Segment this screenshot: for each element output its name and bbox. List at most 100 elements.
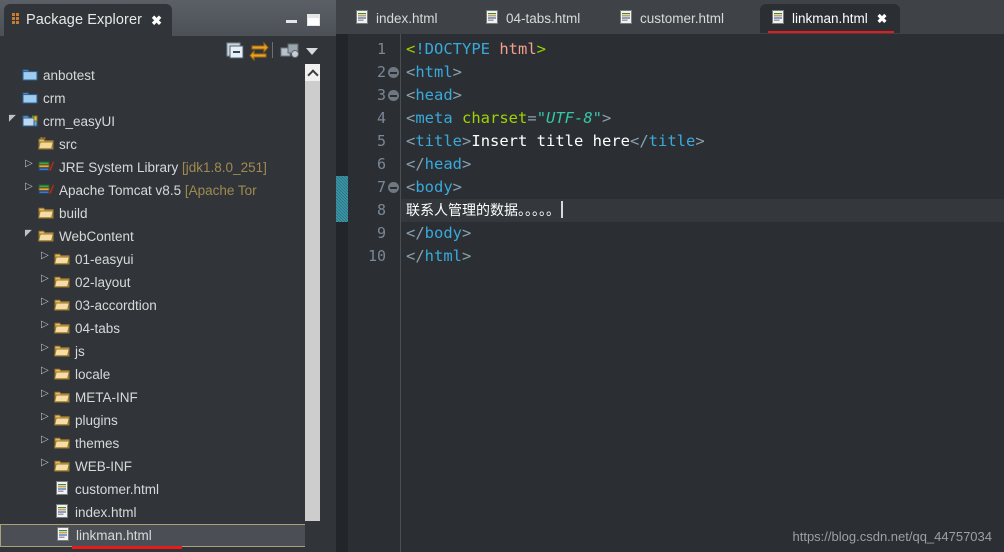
view-menu-icon[interactable] [279, 40, 301, 61]
folder-icon [53, 365, 70, 384]
red-underline-annotation [768, 31, 894, 33]
editor-tab-label: 04-tabs.html [506, 11, 581, 26]
folder-icon [53, 457, 70, 476]
tree-item[interactable]: themes [0, 432, 336, 455]
line-number: 8 [376, 201, 386, 219]
editor-tab-label: index.html [376, 11, 438, 26]
expand-arrow-icon[interactable] [41, 343, 51, 357]
project-tree[interactable]: anbotest crm crm_easyUIsrc JRE System Libra… [0, 64, 336, 552]
tree-item[interactable]: 01-easyui [0, 248, 336, 271]
link-with-editor-icon[interactable] [248, 40, 270, 62]
tree-item[interactable]: customer.html [0, 478, 336, 501]
expand-arrow-icon[interactable] [41, 251, 51, 265]
code-line-2: <html> [406, 63, 463, 81]
expand-arrow-icon[interactable] [41, 320, 51, 334]
tree-item-label: 03-accordtion [75, 298, 157, 313]
tree-item-label: linkman.html [76, 528, 152, 543]
tree-item[interactable]: crm [0, 87, 336, 110]
expand-arrow-icon[interactable] [41, 412, 51, 426]
red-underline-annotation [72, 546, 182, 549]
tree-item-label: anbotest [43, 68, 95, 83]
library-icon [38, 158, 55, 177]
fold-collapse-icon[interactable] [388, 182, 399, 193]
collapse-all-icon[interactable] [224, 40, 246, 61]
code-line-8-text: 联系人管理的数据。。。。。 [406, 203, 560, 219]
expand-arrow-icon[interactable] [41, 458, 51, 472]
expand-arrow-icon[interactable] [25, 182, 35, 196]
tree-item[interactable]: locale [0, 363, 336, 386]
expand-arrow-icon[interactable] [41, 389, 51, 403]
tree-item-suffix: [jdk1.8.0_251] [178, 160, 267, 175]
tree-item[interactable]: META-INF [0, 386, 336, 409]
editor-tab[interactable]: 04-tabs.html [474, 4, 606, 33]
editor-tab[interactable]: index.html [344, 4, 470, 33]
tree-item-label: JRE System Library [jdk1.8.0_251] [59, 160, 267, 175]
editor-tab[interactable]: customer.html [608, 4, 756, 33]
tree-vertical-scrollbar[interactable] [305, 64, 320, 552]
tree-item[interactable]: js [0, 340, 336, 363]
view-tab-package-explorer[interactable]: Package Explorer ✖ [4, 4, 172, 36]
tree-item-selected[interactable]: linkman.html [0, 524, 336, 547]
folder-icon [37, 227, 54, 246]
tree-item[interactable]: crm_easyUI [0, 110, 336, 133]
toolbar-separator [272, 42, 273, 58]
tree-item[interactable]: plugins [0, 409, 336, 432]
tree-item[interactable]: 04-tabs [0, 317, 336, 340]
tree-item[interactable]: build [0, 202, 336, 225]
fold-collapse-icon[interactable] [388, 67, 399, 78]
tree-item[interactable]: 03-accordtion [0, 294, 336, 317]
code-line-10: </html> [406, 247, 472, 265]
expand-arrow-icon[interactable] [41, 274, 51, 288]
tree-item[interactable]: JRE System Library [jdk1.8.0_251] [0, 156, 336, 179]
line-number: 5 [376, 132, 386, 150]
folder-icon [53, 319, 70, 338]
expand-arrow-icon[interactable] [25, 159, 35, 173]
tree-item-label: crm [43, 91, 66, 106]
tree-item-label: build [59, 206, 88, 221]
tree-item[interactable]: WebContent [0, 225, 336, 248]
changed-lines-marker [336, 176, 348, 222]
code-editor[interactable]: 1 2 3 4 5 6 7 8 9 10 <!DOCTYPE html> <html> <head… [336, 34, 1004, 552]
code-line-9: </body> [406, 224, 472, 242]
text-caret [561, 201, 563, 218]
tree-item-label: locale [75, 367, 111, 382]
html-file-icon [618, 9, 634, 28]
close-icon[interactable]: ✖ [151, 14, 162, 27]
expand-arrow-icon[interactable] [41, 366, 51, 380]
view-titlebar: Package Explorer ✖ [0, 0, 336, 36]
maximize-icon[interactable] [307, 14, 320, 26]
chevron-down-icon[interactable] [305, 44, 319, 56]
tree-item-label: Apache Tomcat v8.5 [Apache Tor [59, 183, 257, 198]
tree-right-gutter [320, 64, 336, 552]
html-file-icon [54, 503, 70, 522]
drag-grip-icon [12, 13, 20, 27]
tree-item[interactable]: WEB-INF [0, 455, 336, 478]
editor-area: index.html 04-tabs.html customer.html linkm… [336, 0, 1004, 552]
tree-item[interactable]: anbotest [0, 64, 336, 87]
collapse-arrow-icon[interactable] [10, 117, 19, 127]
expand-arrow-icon[interactable] [41, 297, 51, 311]
expand-arrow-icon[interactable] [41, 435, 51, 449]
collapse-arrow-icon[interactable] [26, 232, 35, 242]
gutter-separator [400, 34, 401, 552]
code-line-3: <head> [406, 86, 463, 104]
line-number-gutter: 1 2 3 4 5 6 7 8 9 10 [348, 34, 400, 552]
library-icon [38, 181, 55, 200]
close-icon[interactable]: ✖ [877, 11, 887, 26]
tree-item[interactable]: 02-layout [0, 271, 336, 294]
tree-item-label: 04-tabs [75, 321, 121, 336]
tree-item[interactable]: index.html [0, 501, 336, 524]
editor-tab-label: customer.html [640, 11, 725, 26]
tree-item[interactable]: Apache Tomcat v8.5 [Apache Tor [0, 179, 336, 202]
tree-item[interactable]: src [0, 133, 336, 156]
fold-collapse-icon[interactable] [388, 90, 399, 101]
scrollbar-thumb[interactable] [305, 81, 320, 521]
code-line-7: <body> [406, 178, 463, 196]
scroll-up-arrow-icon[interactable] [305, 64, 320, 81]
editor-tab-active[interactable]: linkman.html ✖ [760, 4, 900, 33]
tree-item-label: WebContent [59, 229, 134, 244]
tree-item-label: src [59, 137, 77, 152]
tree-item-label: customer.html [75, 482, 160, 497]
minimize-icon[interactable] [286, 20, 297, 23]
editor-tabbar: index.html 04-tabs.html customer.html linkm… [336, 0, 1004, 34]
